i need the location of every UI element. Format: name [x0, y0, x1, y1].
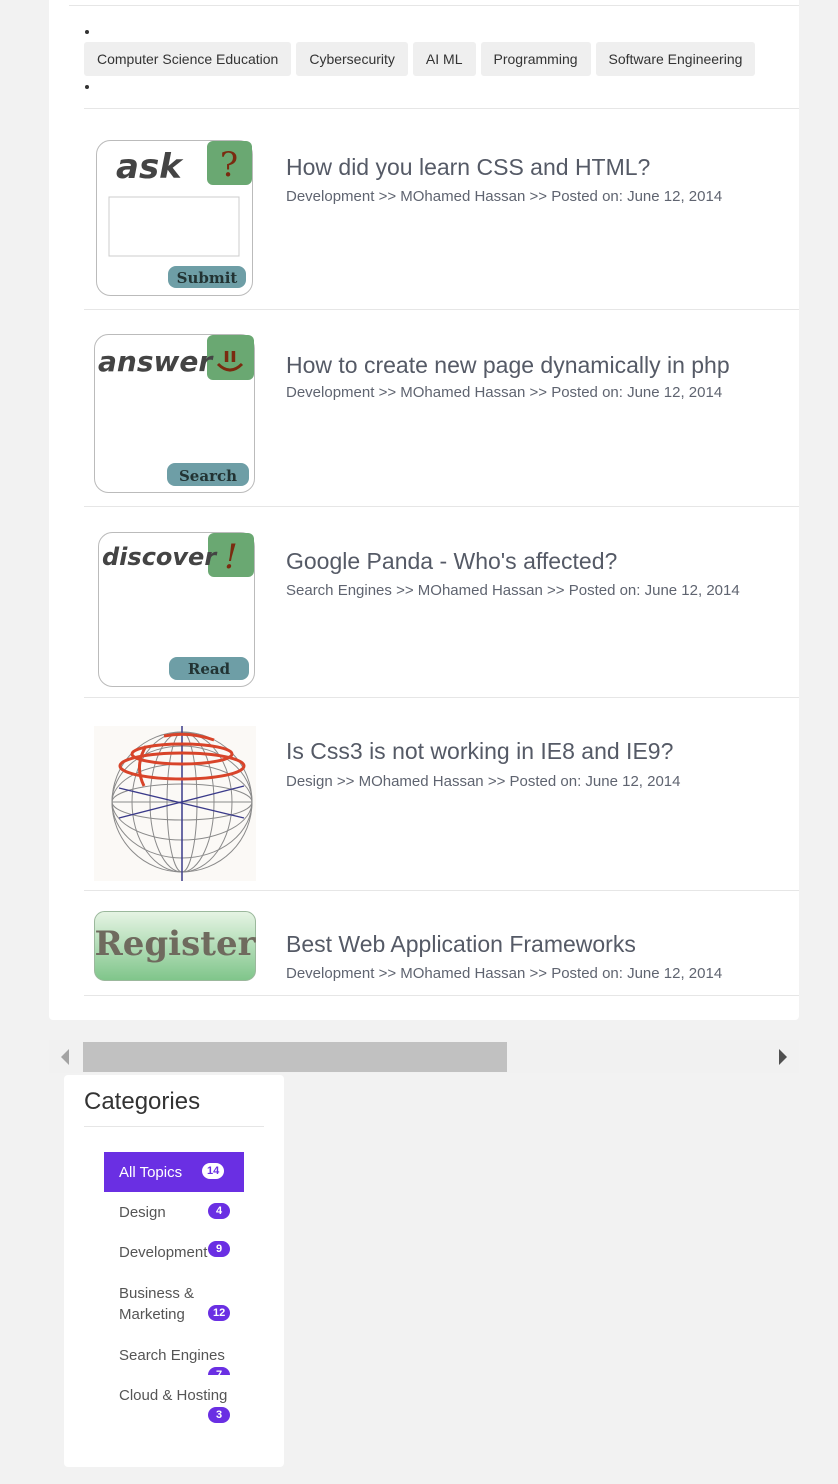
- post-category-link[interactable]: Development: [286, 188, 374, 205]
- category-cloud-hosting[interactable]: Cloud & Hosting 3: [104, 1385, 244, 1429]
- post-category-link[interactable]: Design: [286, 773, 333, 790]
- category-label: Design: [119, 1204, 166, 1221]
- post-title[interactable]: How to create new page dynamically in ph…: [286, 352, 730, 379]
- category-all-topics[interactable]: All Topics 14: [104, 1152, 244, 1192]
- svg-text:Submit: Submit: [177, 269, 238, 287]
- scrollbar-thumb[interactable]: [83, 1042, 507, 1072]
- post-author-link[interactable]: MOhamed Hassan: [400, 384, 525, 401]
- post-author-link[interactable]: MOhamed Hassan: [400, 188, 525, 205]
- post-title[interactable]: Best Web Application Frameworks: [286, 931, 636, 958]
- post-category-link[interactable]: Search Engines: [286, 582, 392, 599]
- category-development[interactable]: Development 9: [104, 1241, 244, 1266]
- posted-label: Posted on:: [551, 965, 623, 982]
- post-date: June 12, 2014: [627, 965, 723, 982]
- answer-thumbnail[interactable]: ıı answer Search: [94, 334, 256, 494]
- meta-separator: >>: [378, 965, 397, 982]
- meta-separator: >>: [336, 773, 355, 790]
- post-author-link[interactable]: MOhamed Hassan: [418, 582, 543, 599]
- tag-ai-ml[interactable]: AI ML: [412, 42, 476, 76]
- category-search-engines[interactable]: Search Engines 7: [104, 1345, 244, 1375]
- post-item: ıı answer Search How to create new page …: [84, 309, 799, 507]
- list-bullet: [85, 30, 89, 34]
- svg-text:Search: Search: [179, 467, 237, 485]
- meta-separator: >>: [529, 384, 548, 401]
- category-count-badge: 9: [208, 1241, 230, 1257]
- meta-separator: >>: [487, 773, 506, 790]
- category-label: Cloud & Hosting: [119, 1387, 228, 1404]
- category-count-badge: 4: [208, 1203, 230, 1219]
- category-count-badge: 12: [208, 1305, 231, 1321]
- svg-text:ask: ask: [116, 147, 184, 187]
- post-item: Register Best Web Application Frameworks…: [84, 890, 799, 996]
- post-date: June 12, 2014: [627, 188, 723, 205]
- category-count-badge: 3: [208, 1407, 230, 1423]
- meta-separator: >>: [529, 188, 548, 205]
- tag-computer-science-education[interactable]: Computer Science Education: [84, 42, 292, 76]
- posts-panel: Computer Science Education Cybersecurity…: [49, 0, 799, 1020]
- scroll-left-arrow-icon[interactable]: [61, 1049, 69, 1065]
- categories-widget: Categories All Topics 14 Design 4 Develo…: [64, 1075, 284, 1467]
- category-label: All Topics: [119, 1164, 183, 1181]
- tag-list: Computer Science Education Cybersecurity…: [84, 42, 756, 76]
- ask-thumbnail[interactable]: ? ask Submit: [96, 140, 254, 297]
- horizontal-scrollbar[interactable]: [49, 1040, 799, 1073]
- scroll-right-arrow-icon[interactable]: [779, 1049, 787, 1065]
- svg-text:Register: Register: [95, 924, 256, 964]
- post-meta: Design >> MOhamed Hassan >> Posted on: J…: [286, 773, 681, 790]
- category-label: Business & Marketing: [119, 1285, 195, 1323]
- meta-separator: >>: [547, 582, 565, 599]
- svg-text:discover: discover: [102, 543, 218, 571]
- posted-label: Posted on:: [551, 188, 623, 205]
- tag-programming[interactable]: Programming: [480, 42, 591, 76]
- meta-separator: >>: [378, 188, 397, 205]
- category-business-marketing[interactable]: Business & Marketing 12: [104, 1283, 244, 1327]
- post-title[interactable]: Is Css3 is not working in IE8 and IE9?: [286, 738, 673, 765]
- category-label: Search Engines: [119, 1347, 225, 1364]
- tag-software-engineering[interactable]: Software Engineering: [595, 42, 756, 76]
- post-author-link[interactable]: MOhamed Hassan: [359, 773, 484, 790]
- post-meta: Development >> MOhamed Hassan >> Posted …: [286, 384, 722, 401]
- categories-title: Categories: [84, 1088, 201, 1115]
- svg-text:answer: answer: [98, 345, 214, 378]
- svg-text:?: ?: [220, 145, 238, 185]
- category-count-badge: 14: [202, 1163, 225, 1179]
- category-design[interactable]: Design 4: [104, 1202, 244, 1226]
- meta-separator: >>: [396, 582, 414, 599]
- post-meta: Development >> MOhamed Hassan >> Posted …: [286, 188, 722, 205]
- post-author-link[interactable]: MOhamed Hassan: [400, 965, 525, 982]
- tag-cybersecurity[interactable]: Cybersecurity: [296, 42, 408, 76]
- category-count-badge: 7: [208, 1367, 230, 1375]
- post-date: June 12, 2014: [585, 773, 681, 790]
- post-category-link[interactable]: Development: [286, 384, 374, 401]
- post-title[interactable]: Google Panda - Who's affected?: [286, 548, 617, 575]
- svg-text:Read: Read: [188, 660, 231, 678]
- divider: [69, 5, 799, 6]
- discover-thumbnail[interactable]: ! discover Read: [98, 532, 256, 688]
- post-item: ? ask Submit How did you learn CSS and H…: [84, 108, 799, 309]
- post-meta: Search Engines >> MOhamed Hassan >> Post…: [286, 582, 740, 599]
- register-thumbnail[interactable]: Register: [94, 911, 256, 981]
- meta-separator: >>: [529, 965, 548, 982]
- posted-label: Posted on:: [509, 773, 582, 790]
- posted-label: Posted on:: [551, 384, 623, 401]
- post-title[interactable]: How did you learn CSS and HTML?: [286, 154, 650, 181]
- list-bullet: [85, 85, 89, 89]
- meta-separator: >>: [378, 384, 397, 401]
- post-category-link[interactable]: Development: [286, 965, 374, 982]
- globe-thumbnail[interactable]: [94, 726, 256, 881]
- post-meta: Development >> MOhamed Hassan >> Posted …: [286, 965, 722, 982]
- svg-text:!: !: [224, 537, 238, 577]
- post-item: ! discover Read Google Panda - Who's aff…: [84, 506, 799, 698]
- post-date: June 12, 2014: [627, 384, 723, 401]
- category-label: Development: [119, 1244, 208, 1261]
- post-date: June 12, 2014: [644, 582, 740, 599]
- divider: [84, 1126, 264, 1127]
- svg-text:ıı: ıı: [223, 343, 237, 367]
- posted-label: Posted on:: [568, 582, 641, 599]
- post-item: Is Css3 is not working in IE8 and IE9? D…: [84, 697, 799, 891]
